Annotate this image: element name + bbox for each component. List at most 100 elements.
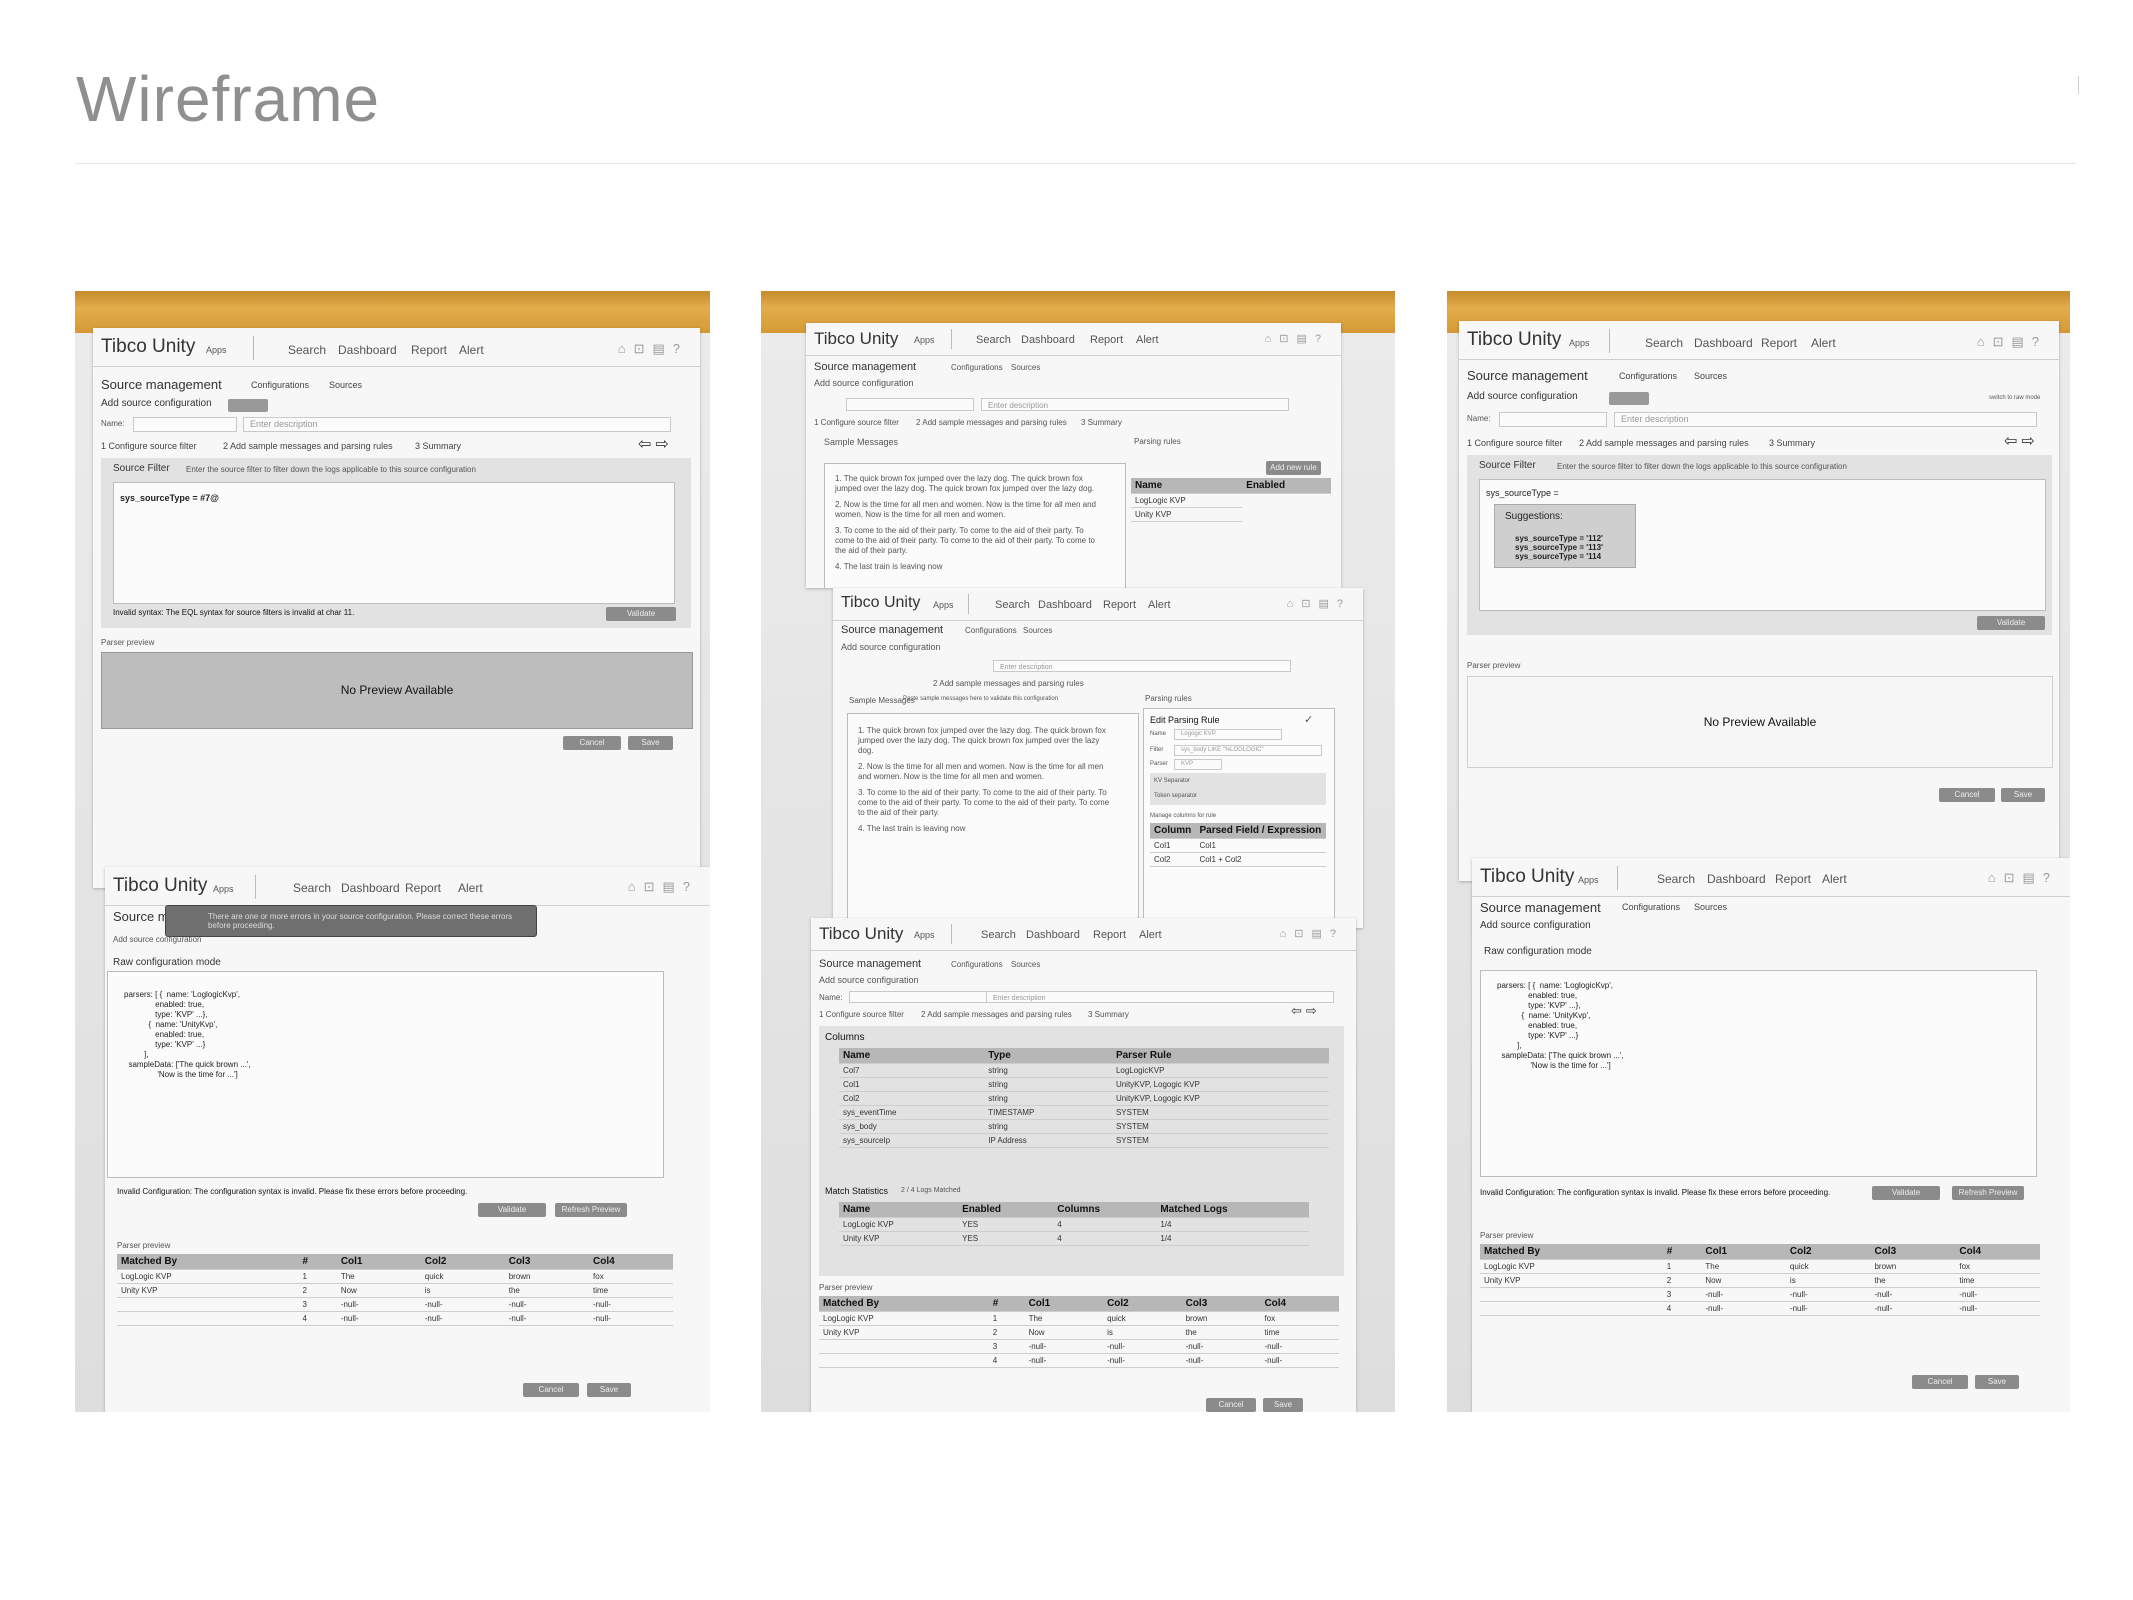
nav-search[interactable]: Search xyxy=(288,343,326,357)
step-1[interactable]: 1 Configure source filter xyxy=(814,418,899,427)
description-field[interactable]: Enter description xyxy=(993,660,1291,672)
suggestion-item[interactable]: sys_sourceType = '112' xyxy=(1505,534,1625,543)
column-header[interactable]: Col2 xyxy=(420,1254,505,1270)
tab-sources[interactable]: Sources xyxy=(329,380,362,390)
step-3[interactable]: 3 Summary xyxy=(415,441,461,451)
column-header[interactable]: Type xyxy=(984,1048,1112,1064)
raw-config-editor[interactable]: parsers: [ { name: 'LoglogicKvp', enable… xyxy=(107,971,664,1178)
column-header[interactable]: Matched By xyxy=(117,1254,299,1270)
toolbar-icons[interactable]: ⌂⊡▤? xyxy=(1977,334,2047,350)
nav-dashboard[interactable]: Dashboard xyxy=(1694,336,1753,350)
validate-button[interactable]: Validate xyxy=(1977,616,2045,630)
source-filter-input[interactable]: sys_sourceType = #7@ xyxy=(113,482,675,604)
toolbar-icons[interactable]: ⌂⊡▤? xyxy=(1265,332,1329,345)
name-field[interactable] xyxy=(849,991,987,1003)
column-header[interactable]: Col4 xyxy=(1260,1296,1339,1312)
save-button[interactable]: Save xyxy=(2001,788,2045,802)
nav-dashboard[interactable]: Dashboard xyxy=(338,343,397,357)
column-header[interactable]: Matched By xyxy=(1480,1244,1663,1260)
suggestion-item[interactable]: sys_sourceType = '114 xyxy=(1505,552,1625,561)
column-header[interactable]: Col3 xyxy=(1870,1244,1956,1260)
nav-dashboard[interactable]: Dashboard xyxy=(1021,334,1075,346)
cancel-button[interactable]: Cancel xyxy=(523,1383,579,1397)
description-field[interactable]: Enter description xyxy=(1614,412,2037,427)
step-3[interactable]: 3 Summary xyxy=(1769,438,1815,448)
apps-menu[interactable]: Apps xyxy=(1578,875,1599,885)
sample-messages-box[interactable]: 1. The quick brown fox jumped over the l… xyxy=(824,463,1126,588)
description-field[interactable]: Enter description xyxy=(243,417,671,432)
column-header[interactable]: Col1 xyxy=(1701,1244,1786,1260)
nav-search[interactable]: Search xyxy=(1657,872,1695,886)
nav-report[interactable]: Report xyxy=(1761,336,1797,350)
nav-report[interactable]: Report xyxy=(1093,929,1126,941)
step-arrows-icon[interactable]: ⇦⇨ xyxy=(638,434,673,454)
raw-config-editor[interactable]: parsers: [ { name: 'LoglogicKvp', enable… xyxy=(1480,970,2037,1177)
column-header[interactable]: Name xyxy=(839,1048,985,1064)
nav-search[interactable]: Search xyxy=(1645,336,1683,350)
step-1[interactable]: 1 Configure source filter xyxy=(1467,438,1563,448)
suggestion-item[interactable]: sys_sourceType = '113' xyxy=(1505,543,1625,552)
column-header[interactable]: Col2 xyxy=(1785,1244,1871,1260)
step-3[interactable]: 3 Summary xyxy=(1081,418,1122,427)
validate-button[interactable]: Validate xyxy=(478,1203,546,1217)
nav-report[interactable]: Report xyxy=(1103,599,1136,611)
column-header[interactable]: Matched By xyxy=(819,1296,989,1312)
step-2[interactable]: 2 Add sample messages and parsing rules xyxy=(916,418,1067,427)
step-2[interactable]: 2 Add sample messages and parsing rules xyxy=(1579,438,1749,448)
tab-configurations[interactable]: Configurations xyxy=(951,363,1003,372)
column-header[interactable]: Column xyxy=(1150,823,1196,839)
nav-alert[interactable]: Alert xyxy=(1136,334,1159,346)
nav-alert[interactable]: Alert xyxy=(1822,872,1847,886)
nav-report[interactable]: Report xyxy=(1775,872,1811,886)
refresh-preview-button[interactable]: Refresh Preview xyxy=(555,1203,627,1217)
name-field[interactable] xyxy=(1499,412,1607,427)
column-header[interactable]: Col4 xyxy=(589,1254,673,1270)
tab-configurations[interactable]: Configurations xyxy=(251,380,309,390)
validate-button[interactable]: Validate xyxy=(1872,1186,1940,1200)
tab-sources[interactable]: Sources xyxy=(1023,626,1052,635)
step-2[interactable]: 2 Add sample messages and parsing rules xyxy=(921,1010,1072,1019)
nav-alert[interactable]: Alert xyxy=(459,343,484,357)
tab-sources[interactable]: Sources xyxy=(1694,371,1727,381)
column-header[interactable]: # xyxy=(298,1254,337,1270)
nav-dashboard[interactable]: Dashboard xyxy=(341,881,400,895)
apps-menu[interactable]: Apps xyxy=(1569,338,1590,348)
cancel-button[interactable]: Cancel xyxy=(1206,1398,1256,1412)
save-button[interactable]: Save xyxy=(628,736,673,750)
nav-report[interactable]: Report xyxy=(1090,334,1123,346)
tab-configurations[interactable]: Configurations xyxy=(951,960,1003,969)
cancel-button[interactable]: Cancel xyxy=(563,736,621,750)
tab-configurations[interactable]: Configurations xyxy=(1622,902,1680,912)
description-field[interactable]: Enter description xyxy=(986,991,1334,1003)
refresh-preview-button[interactable]: Refresh Preview xyxy=(1952,1186,2024,1200)
nav-alert[interactable]: Alert xyxy=(1148,599,1171,611)
check-icon[interactable]: ✓ xyxy=(1304,713,1313,726)
description-field[interactable]: Enter description xyxy=(981,398,1289,411)
nav-search[interactable]: Search xyxy=(981,929,1016,941)
column-header[interactable]: Col1 xyxy=(1024,1296,1104,1312)
apps-menu[interactable]: Apps xyxy=(213,884,234,894)
name-field[interactable] xyxy=(846,398,974,411)
column-header[interactable]: Enabled xyxy=(1242,478,1331,494)
rule-name-field[interactable]: Logogic KVP xyxy=(1174,729,1282,740)
switch-to-raw-link[interactable]: switch to raw mode xyxy=(1989,395,2040,401)
name-field[interactable] xyxy=(133,417,237,432)
toolbar-icons[interactable]: ⌂⊡▤? xyxy=(1287,597,1351,610)
tab-sources[interactable]: Sources xyxy=(1011,960,1040,969)
column-header[interactable]: # xyxy=(1662,1244,1702,1260)
column-header[interactable]: Parser Rule xyxy=(1111,1048,1329,1064)
tab-configurations[interactable]: Configurations xyxy=(965,626,1017,635)
cancel-button[interactable]: Cancel xyxy=(1912,1375,1968,1389)
nav-dashboard[interactable]: Dashboard xyxy=(1026,929,1080,941)
step-arrows-icon[interactable]: ⇦⇨ xyxy=(1291,1003,1321,1019)
column-header[interactable]: Col3 xyxy=(1181,1296,1261,1312)
tab-sources[interactable]: Sources xyxy=(1694,902,1727,912)
save-button[interactable]: Save xyxy=(1975,1375,2019,1389)
nav-search[interactable]: Search xyxy=(995,599,1030,611)
apps-menu[interactable]: Apps xyxy=(914,930,935,940)
nav-dashboard[interactable]: Dashboard xyxy=(1707,872,1766,886)
nav-dashboard[interactable]: Dashboard xyxy=(1038,599,1092,611)
column-header[interactable]: Matched Logs xyxy=(1156,1202,1309,1218)
column-header[interactable]: Col4 xyxy=(1955,1244,2040,1260)
rule-filter-field[interactable]: sys_body LIKE "%LOGLOGIC" xyxy=(1174,745,1322,756)
